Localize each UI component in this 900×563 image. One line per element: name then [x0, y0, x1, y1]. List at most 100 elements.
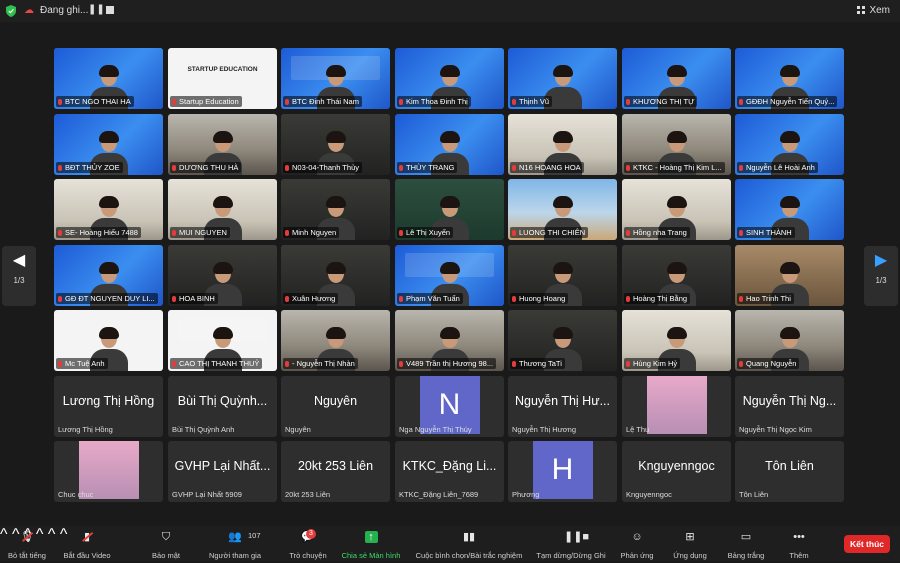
participant-tile[interactable]: Hồng nha Trang [622, 179, 731, 240]
security-button[interactable]: ⛉ Bảo mật [146, 528, 186, 560]
participant-tile[interactable]: N16 HOANG HOA [508, 114, 617, 175]
participant-name-tag: SE- Hoàng Hiếu 7488 [56, 227, 141, 238]
participant-tile[interactable]: KTKC - Hoàng Thị Kim L... [622, 114, 731, 175]
participant-tile[interactable]: H Phương [508, 441, 617, 502]
participant-tile[interactable]: Huong Hoang [508, 245, 617, 306]
participant-name-tag: Kim Thoa Đinh Thị [397, 96, 471, 107]
pause-stop-recording-button[interactable]: ❚❚■ Tạm dừng/Dừng Ghi [534, 528, 608, 560]
microphone-muted-icon [739, 99, 743, 105]
participant-name-tag: THÙY TRANG [397, 162, 458, 173]
participant-tile[interactable]: Quang Nguyễn [735, 310, 844, 371]
polls-button[interactable]: ▮▮ Cuộc bình chọn/Bài trắc nghiệm [410, 528, 528, 560]
participant-tile[interactable]: Nguyên Nguyên [281, 376, 390, 437]
reactions-button[interactable]: ☺ Phản ứng [618, 528, 656, 560]
participant-tile[interactable]: N Nga Nguyễn Thị Thúy [395, 376, 504, 437]
participant-tile[interactable]: MUI NGUYEN [168, 179, 277, 240]
participant-tile[interactable]: N03-04-Thanh Thủy [281, 114, 390, 175]
participant-name-label: Nguyễn Thị Ngọc Kim [739, 425, 812, 434]
participant-tile[interactable]: STARTUP EDUCATION Startup Education [168, 48, 277, 109]
start-video-button[interactable]: ▮ Bắt đầu Video [58, 528, 116, 560]
previous-page-button[interactable]: ◀ 1/3 [2, 246, 36, 306]
participant-tile[interactable]: Hao Trinh Thi [735, 245, 844, 306]
view-button[interactable]: Xem [857, 5, 890, 16]
participant-display-name: Lương Thị Hồng [62, 394, 155, 408]
participant-tile[interactable]: Bùi Thị Quỳnh... Bùi Thị Quỳnh Anh [168, 376, 277, 437]
participant-tile[interactable]: DƯƠNG THU HÀ [168, 114, 277, 175]
participant-tile[interactable]: Chuc chuc [54, 441, 163, 502]
smiley-icon: ☺ [631, 531, 643, 543]
participant-tile[interactable]: KTKC_Đặng Li... KTKC_Đặng Liên_7689 [395, 441, 504, 502]
chat-button[interactable]: 💬 3 Trò chuyện [284, 528, 332, 560]
participant-tile[interactable]: Hùng Kim Hỷ [622, 310, 731, 371]
participant-profile-photo [646, 376, 707, 434]
participant-tile[interactable]: GVHP Lại Nhất... GVHP Lại Nhất 5909 [168, 441, 277, 502]
pause-recording-icon[interactable]: ❚❚ [88, 4, 105, 15]
participant-tile[interactable]: BTC Đinh Thái Nam [281, 48, 390, 109]
participant-tile[interactable]: THÙY TRANG [395, 114, 504, 175]
participant-name-tag: Thương TaTi [510, 358, 565, 369]
participant-name: Hao Trinh Thi [746, 294, 791, 303]
participant-tile[interactable]: Nguyễn Thị Hư... Nguyễn Thị Hương [508, 376, 617, 437]
participant-tile[interactable]: BĐT THỦY ZOE [54, 114, 163, 175]
participant-name-label: Lệ Thu [626, 425, 650, 434]
participant-gallery: BTC NGO THAI HA STARTUP EDUCATION Startup … [54, 48, 846, 504]
participant-tile[interactable]: - Nguyễn Thị Nhàn [281, 310, 390, 371]
participant-tile[interactable]: LUONG THI CHIÊN [508, 179, 617, 240]
participant-tile[interactable]: Nguyễn Lê Hoài Anh [735, 114, 844, 175]
participant-tile[interactable]: Hoàng Thị Bằng [622, 245, 731, 306]
apps-button[interactable]: ⊞ Ứng dụng [670, 528, 710, 560]
participant-name: N03-04-Thanh Thủy [292, 163, 359, 172]
participant-tile[interactable]: Xuân Hương [281, 245, 390, 306]
participant-name-tag: LUONG THI CHIÊN [510, 227, 589, 238]
more-button[interactable]: ••• Thêm [784, 528, 814, 560]
participant-tile[interactable]: Tôn Liên Tôn Liên [735, 441, 844, 502]
participant-name: N16 HOANG HOA [519, 163, 581, 172]
participants-button[interactable]: 👥 107 Người tham gia [204, 528, 266, 560]
participant-tile[interactable]: Lệ Thu [622, 376, 731, 437]
microphone-muted-icon [399, 296, 403, 302]
participant-name-tag: GĐ ĐT NGUYEN DUY LI... [56, 293, 158, 304]
participant-name-tag: Startup Education [170, 96, 242, 107]
end-meeting-button[interactable]: Kết thúc [844, 535, 890, 553]
participant-tile[interactable]: Phạm Văn Tuấn [395, 245, 504, 306]
participant-tile[interactable]: Knguyenngoc Knguyenngoc [622, 441, 731, 502]
participant-tile[interactable]: Kim Thoa Đinh Thị [395, 48, 504, 109]
stop-recording-icon[interactable] [106, 6, 114, 14]
microphone-muted-icon [512, 230, 516, 236]
participant-tile[interactable]: BTC NGO THAI HA [54, 48, 163, 109]
participant-name: Quang Nguyễn [746, 359, 797, 368]
participant-tile[interactable]: Thịnh Vũ [508, 48, 617, 109]
participant-tile[interactable]: Minh Nguyen [281, 179, 390, 240]
participant-tile[interactable]: SE- Hoàng Hiếu 7488 [54, 179, 163, 240]
participant-tile[interactable]: Mc Tuệ Anh [54, 310, 163, 371]
recording-status: Đang ghi... [40, 5, 89, 16]
participant-tile[interactable]: V489 Trần thị Hương 98... [395, 310, 504, 371]
participant-name-label: KTKC_Đặng Liên_7689 [399, 490, 479, 499]
microphone-muted-icon [172, 296, 176, 302]
share-screen-button[interactable]: ↑ Chia sẻ Màn hình [338, 528, 404, 560]
participant-tile[interactable]: KHƯƠNG THỊ TỰ [622, 48, 731, 109]
whiteboard-button[interactable]: ▭ Bảng trắng [724, 528, 768, 560]
participant-display-name: Nguyễn Thị Hư... [515, 394, 610, 408]
participant-name: KHƯƠNG THỊ TỰ [633, 97, 695, 106]
shield-icon[interactable] [6, 5, 16, 17]
participant-name: BTC Đinh Thái Nam [292, 97, 359, 106]
view-label: Xem [869, 5, 890, 16]
participant-tile[interactable]: 20kt 253 Liên 20kt 253 Liên [281, 441, 390, 502]
next-page-button[interactable]: ▶ 1/3 [864, 246, 898, 306]
security-label: Bảo mật [152, 551, 180, 560]
participant-tile[interactable]: Lê Thị Xuyến [395, 179, 504, 240]
participant-name: Nguyễn Lê Hoài Anh [746, 163, 815, 172]
participant-tile[interactable]: Lương Thị Hồng Lương Thị Hồng [54, 376, 163, 437]
participant-tile[interactable]: SINH THÀNH [735, 179, 844, 240]
participant-tile[interactable]: Nguyễn Thị Ng... Nguyễn Thị Ngọc Kim [735, 376, 844, 437]
participant-tile[interactable]: HOA BINH [168, 245, 277, 306]
participant-name-label: Phương [512, 490, 540, 499]
participant-name-tag: N03-04-Thanh Thủy [283, 162, 362, 173]
participant-tile[interactable]: GĐĐH Nguyễn Tiến Quý... [735, 48, 844, 109]
participant-tile[interactable]: Thương TaTi [508, 310, 617, 371]
participant-tile[interactable]: CAO THỊ THANH THUỶ [168, 310, 277, 371]
participant-tile[interactable]: GĐ ĐT NGUYEN DUY LI... [54, 245, 163, 306]
microphone-muted-icon [285, 99, 289, 105]
unmute-button[interactable]: 🎙 Bỏ tắt tiếng [4, 528, 50, 560]
